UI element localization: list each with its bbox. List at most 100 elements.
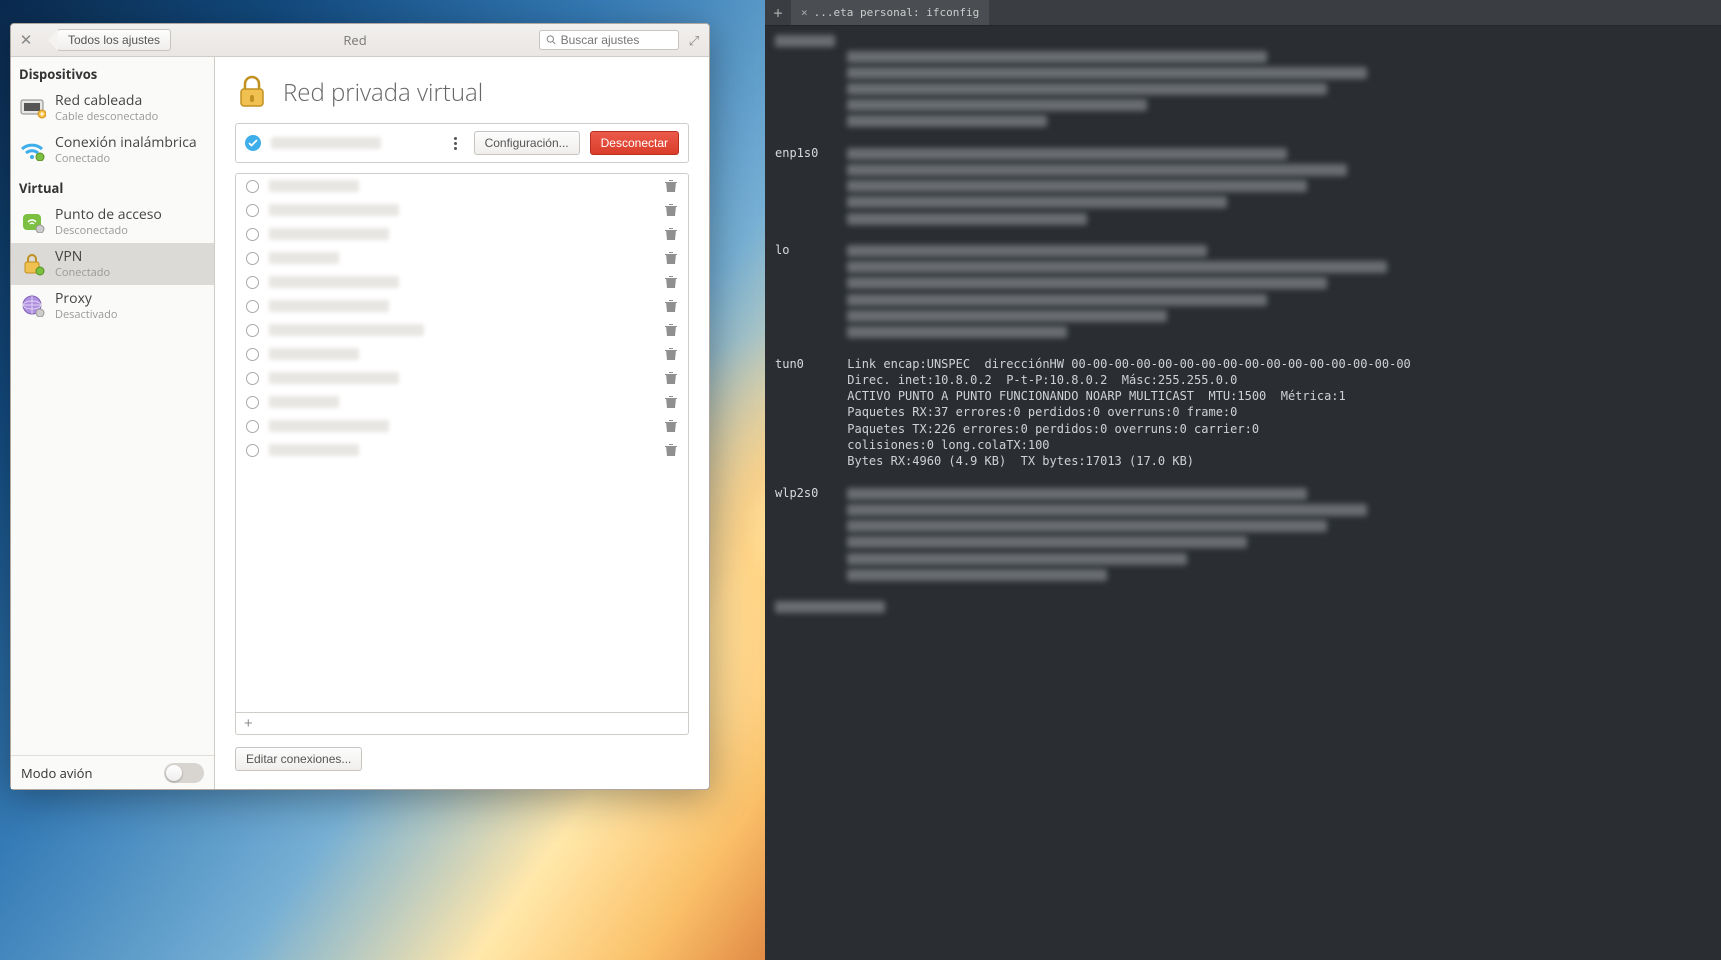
vpn-name	[269, 252, 339, 264]
radio-icon[interactable]	[246, 324, 259, 337]
terminal-tab[interactable]: × ...eta personal: ifconfig	[791, 0, 989, 25]
radio-icon[interactable]	[246, 204, 259, 217]
radio-icon[interactable]	[246, 180, 259, 193]
vpn-list-item[interactable]	[236, 174, 688, 198]
vpn-name	[269, 420, 389, 432]
vpn-name	[269, 276, 399, 288]
ethernet-icon	[19, 94, 47, 122]
radio-icon[interactable]	[246, 228, 259, 241]
vpn-name	[269, 444, 359, 456]
vpn-list-item[interactable]	[236, 198, 688, 222]
trash-icon[interactable]	[664, 443, 678, 457]
terminal-tabbar: + × ...eta personal: ifconfig	[765, 0, 1721, 26]
menu-icon[interactable]	[448, 134, 464, 153]
sidebar-item-status: Conectado	[55, 152, 197, 165]
vpn-name	[269, 204, 399, 216]
edit-connections-button[interactable]: Editar conexiones...	[235, 747, 362, 771]
vpn-name	[269, 324, 424, 336]
vpn-list-item[interactable]	[236, 222, 688, 246]
radio-icon[interactable]	[246, 444, 259, 457]
vpn-list-item[interactable]	[236, 366, 688, 390]
sidebar-item-vpn[interactable]: VPN Conectado	[11, 243, 214, 285]
vpn-list-item[interactable]	[236, 390, 688, 414]
configure-button[interactable]: Configuración...	[474, 131, 580, 155]
hotspot-icon	[19, 208, 47, 236]
radio-icon[interactable]	[246, 348, 259, 361]
wifi-icon	[19, 136, 47, 164]
airplane-mode-label: Modo avión	[21, 764, 92, 782]
vpn-list-item[interactable]	[236, 318, 688, 342]
vpn-list-item[interactable]	[236, 246, 688, 270]
trash-icon[interactable]	[664, 323, 678, 337]
sidebar-item-status: Cable desconectado	[55, 110, 158, 123]
vpn-name	[269, 180, 359, 192]
terminal-window: + × ...eta personal: ifconfig enp1s0 lo	[765, 0, 1721, 960]
trash-icon[interactable]	[664, 203, 678, 217]
vpn-name	[269, 396, 339, 408]
close-icon[interactable]: ✕	[19, 30, 33, 50]
window-title: Red	[179, 31, 531, 49]
titlebar: ✕ Todos los ajustes Red ⤢	[11, 24, 709, 57]
vpn-name	[269, 228, 389, 240]
connected-check-icon	[245, 135, 261, 151]
trash-icon[interactable]	[664, 371, 678, 385]
airplane-mode-toggle[interactable]	[164, 763, 204, 783]
vpn-list-item[interactable]	[236, 270, 688, 294]
radio-icon[interactable]	[246, 372, 259, 385]
trash-icon[interactable]	[664, 395, 678, 409]
vpn-list-item[interactable]	[236, 294, 688, 318]
sidebar-item-wifi[interactable]: Conexión inalámbrica Conectado	[11, 129, 214, 171]
sidebar-item-label: Conexión inalámbrica	[55, 135, 197, 152]
section-virtual-label: Virtual	[11, 171, 214, 201]
trash-icon[interactable]	[664, 419, 678, 433]
sidebar-item-proxy[interactable]: Proxy Desactivado	[11, 285, 214, 327]
active-vpn-name	[271, 137, 381, 149]
proxy-icon	[19, 292, 47, 320]
main-panel: Red privada virtual Configuración... Des…	[215, 57, 709, 789]
add-vpn-bar: +	[235, 713, 689, 735]
sidebar-item-hotspot[interactable]: Punto de acceso Desconectado	[11, 201, 214, 243]
radio-icon[interactable]	[246, 276, 259, 289]
close-icon[interactable]: ×	[801, 6, 808, 19]
vpn-name	[269, 300, 389, 312]
vpn-name	[269, 348, 359, 360]
sidebar-item-status: Conectado	[55, 266, 110, 279]
sidebar-item-label: Red cableada	[55, 93, 158, 110]
trash-icon[interactable]	[664, 299, 678, 313]
radio-icon[interactable]	[246, 300, 259, 313]
section-devices-label: Dispositivos	[11, 57, 214, 87]
terminal-output[interactable]: enp1s0 lo tun0 Link encap:UNSPEC direcci…	[765, 26, 1721, 960]
radio-icon[interactable]	[246, 420, 259, 433]
sidebar-item-label: VPN	[55, 249, 110, 266]
radio-icon[interactable]	[246, 396, 259, 409]
vpn-name	[269, 372, 399, 384]
sidebar-item-status: Desconectado	[55, 224, 162, 237]
back-button[interactable]: Todos los ajustes	[57, 29, 171, 51]
vpn-list-item[interactable]	[236, 342, 688, 366]
active-vpn-row: Configuración... Desconectar	[235, 123, 689, 163]
lock-icon	[19, 250, 47, 278]
vpn-list-item[interactable]	[236, 438, 688, 462]
maximize-icon[interactable]: ⤢	[687, 31, 701, 49]
sidebar: Dispositivos Red cableada Cable desconec…	[11, 57, 215, 789]
search-icon	[546, 34, 557, 46]
vpn-list-item[interactable]	[236, 414, 688, 438]
airplane-mode-row: Modo avión	[11, 755, 214, 789]
terminal-tab-title: ...eta personal: ifconfig	[814, 6, 980, 19]
sidebar-item-label: Proxy	[55, 291, 117, 308]
sidebar-item-label: Punto de acceso	[55, 207, 162, 224]
search-input-wrap[interactable]	[539, 30, 679, 50]
trash-icon[interactable]	[664, 179, 678, 193]
sidebar-item-wired[interactable]: Red cableada Cable desconectado	[11, 87, 214, 129]
search-input[interactable]	[561, 33, 672, 47]
trash-icon[interactable]	[664, 347, 678, 361]
network-settings-window: ✕ Todos los ajustes Red ⤢ Dispositivos R…	[10, 23, 710, 790]
radio-icon[interactable]	[246, 252, 259, 265]
vpn-list	[235, 173, 689, 713]
new-tab-icon[interactable]: +	[765, 4, 791, 22]
disconnect-button[interactable]: Desconectar	[590, 131, 679, 155]
trash-icon[interactable]	[664, 251, 678, 265]
trash-icon[interactable]	[664, 227, 678, 241]
add-icon[interactable]: +	[244, 716, 253, 731]
trash-icon[interactable]	[664, 275, 678, 289]
